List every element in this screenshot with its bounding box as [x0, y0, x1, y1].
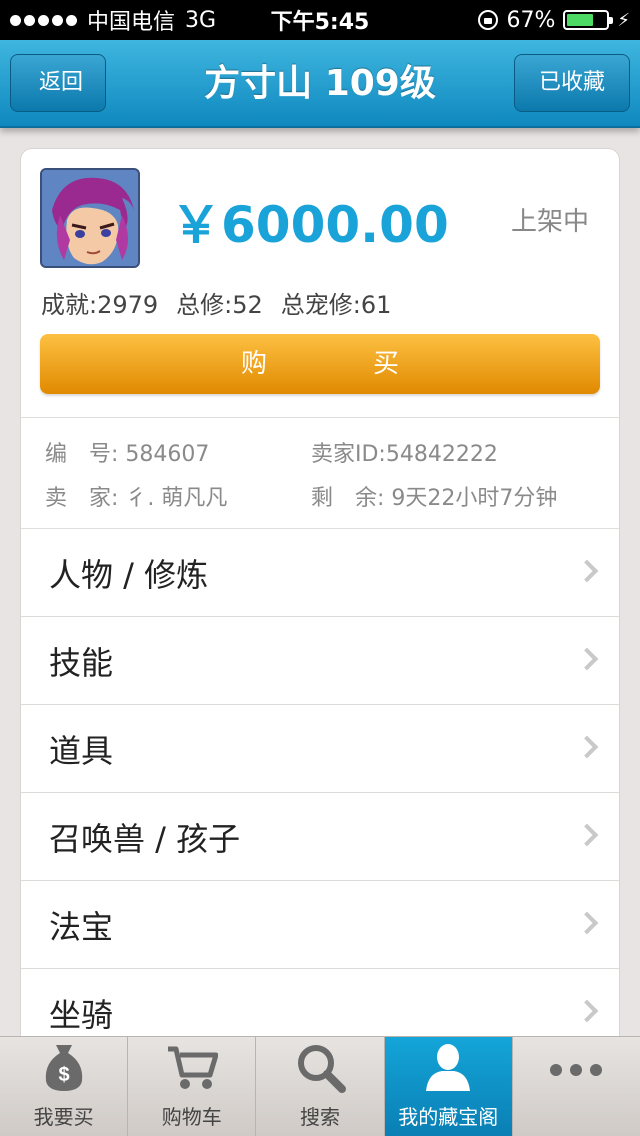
menu-item-label: 道具: [49, 731, 114, 770]
menu-item-character[interactable]: 人物 / 修炼: [21, 529, 619, 617]
tab-search[interactable]: 搜索: [256, 1037, 385, 1136]
time-remaining: 剩 余: 9天22小时7分钟: [311, 486, 558, 511]
info-box: 编 号: 584607 卖家ID:54842222 卖 家: 彳. 萌凡凡 剩 …: [21, 417, 619, 529]
chevron-right-icon: [575, 911, 599, 935]
battery-icon: [563, 10, 614, 30]
serial-number: 编 号: 584607: [45, 442, 210, 467]
battery-fill: [567, 14, 593, 26]
status-time: 下午5:45: [270, 10, 370, 35]
favorited-button[interactable]: 已收藏: [514, 54, 630, 112]
back-button-label: 返回: [39, 70, 84, 95]
tab-cart[interactable]: 购物车: [128, 1037, 257, 1136]
tab-label: 我的藏宝阁: [398, 1105, 499, 1129]
seller-id: 卖家ID:54842222: [311, 442, 498, 467]
detail-menu: 人物 / 修炼 技能 道具 召唤兽 / 孩子 法宝 坐骑: [21, 529, 619, 1047]
chevron-right-icon: [575, 999, 599, 1023]
status-right: 67% ⚡: [400, 8, 630, 33]
more-icon: [546, 1040, 606, 1100]
network-label: 3G: [185, 7, 217, 33]
rotation-lock-icon: [478, 10, 499, 30]
pet-cultivation-stat: 总宠修:61: [280, 291, 392, 319]
menu-item-treasures[interactable]: 法宝: [21, 881, 619, 969]
menu-item-label: 人物 / 修炼: [49, 555, 209, 594]
signal-strength-icon: [10, 14, 77, 26]
listing-status: 上架中: [510, 207, 589, 237]
cart-icon: [162, 1037, 222, 1097]
seller-name: 卖 家: 彳. 萌凡凡: [45, 486, 228, 511]
tab-bar: $ 我要买 购物车 搜索 我的藏宝阁: [0, 1036, 640, 1136]
chevron-right-icon: [575, 559, 599, 583]
status-bar: 中国电信 3G 下午5:45 67% ⚡: [0, 0, 640, 40]
back-button[interactable]: 返回: [10, 54, 106, 112]
tab-buy[interactable]: $ 我要买: [0, 1037, 129, 1136]
menu-item-pets[interactable]: 召唤兽 / 孩子: [21, 793, 619, 881]
money-bag-icon: $: [34, 1037, 94, 1097]
user-icon: [418, 1037, 478, 1097]
menu-item-label: 召唤兽 / 孩子: [49, 819, 241, 858]
charging-icon: ⚡: [617, 9, 630, 31]
tab-label: 搜索: [300, 1105, 340, 1129]
chevron-right-icon: [575, 735, 599, 759]
status-left: 中国电信 3G: [10, 4, 240, 36]
search-icon: [290, 1037, 350, 1097]
menu-item-label: 法宝: [49, 907, 114, 946]
menu-item-items[interactable]: 道具: [21, 705, 619, 793]
chevron-right-icon: [575, 823, 599, 847]
tab-my-treasure[interactable]: 我的藏宝阁: [384, 1037, 513, 1136]
chevron-right-icon: [575, 647, 599, 671]
carrier-label: 中国电信: [87, 10, 176, 35]
menu-item-skills[interactable]: 技能: [21, 617, 619, 705]
achievement-stat: 成就:2979: [41, 291, 159, 319]
item-card: ￥6000.00 上架中 成就:2979 总修:52 总宠修:61 购 买 编 …: [20, 148, 620, 1048]
stats-row: 成就:2979 总修:52 总宠修:61: [41, 285, 391, 320]
menu-item-label: 坐骑: [49, 995, 114, 1034]
menu-item-label: 技能: [49, 643, 114, 682]
svg-text:$: $: [58, 1064, 69, 1086]
tab-label: 我要买: [33, 1105, 94, 1129]
tab-more[interactable]: [513, 1037, 640, 1136]
price: ￥6000.00: [171, 196, 449, 254]
battery-percent: 67%: [506, 7, 556, 33]
nav-bar: 方寸山 109级 返回 已收藏: [0, 40, 640, 128]
cultivation-stat: 总修:52: [176, 291, 263, 319]
tab-label: 购物车: [161, 1105, 222, 1129]
buy-button[interactable]: 购 买: [40, 334, 600, 394]
character-avatar: [40, 168, 140, 268]
